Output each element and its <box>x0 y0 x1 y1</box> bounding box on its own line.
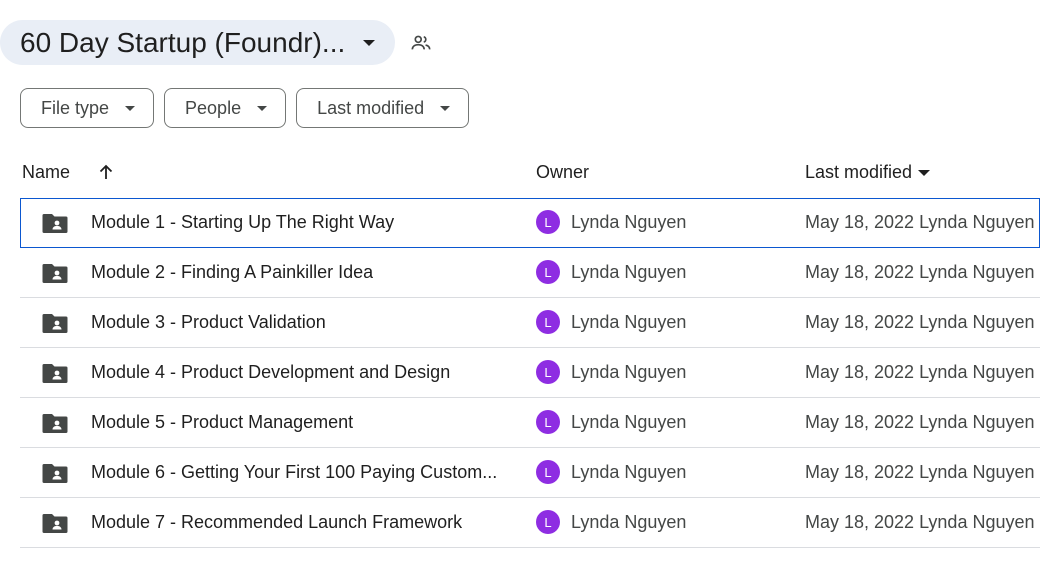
file-list: Module 1 - Starting Up The Right Way L L… <box>20 198 1040 548</box>
shared-folder-icon <box>42 414 68 433</box>
filter-people[interactable]: People <box>164 88 287 128</box>
shared-folder-icon <box>42 214 68 233</box>
table-row[interactable]: Module 2 - Finding A Painkiller Idea L L… <box>20 248 1040 298</box>
filter-label: Last modified <box>317 97 425 118</box>
last-modified: May 18, 2022 Lynda Nguyen <box>805 412 1035 432</box>
folder-title: 60 Day Startup (Foundr)... <box>20 26 346 58</box>
arrow-up-icon[interactable] <box>96 162 116 182</box>
table-row[interactable]: Module 1 - Starting Up The Right Way L L… <box>20 198 1040 248</box>
drive-folder-view: 60 Day Startup (Foundr)... File type Peo… <box>0 0 1040 575</box>
table-row[interactable]: Module 4 - Product Development and Desig… <box>20 348 1040 398</box>
column-header-owner[interactable]: Owner <box>536 162 589 183</box>
avatar: L <box>536 210 560 234</box>
owner-name: Lynda Nguyen <box>571 362 687 382</box>
owner-name: Lynda Nguyen <box>571 412 687 432</box>
table-row[interactable]: Module 3 - Product Validation L Lynda Ng… <box>20 298 1040 348</box>
shared-folder-icon <box>42 264 68 283</box>
chevron-down-icon <box>125 105 136 111</box>
file-name: Module 7 - Recommended Launch Framework <box>91 512 463 532</box>
last-modified: May 18, 2022 Lynda Nguyen <box>805 362 1035 382</box>
filter-last-modified[interactable]: Last modified <box>296 88 470 128</box>
filter-label: File type <box>41 97 110 118</box>
file-name: Module 3 - Product Validation <box>91 312 326 332</box>
table-row[interactable]: Module 7 - Recommended Launch Framework … <box>20 498 1040 548</box>
caret-down-icon <box>918 169 931 176</box>
chevron-down-icon <box>363 39 376 46</box>
owner-name: Lynda Nguyen <box>571 262 687 282</box>
filter-bar: File type People Last modified <box>20 88 470 128</box>
owner-name: Lynda Nguyen <box>571 512 687 532</box>
column-header-last-modified[interactable]: Last modified <box>805 162 931 183</box>
filter-file-type[interactable]: File type <box>20 88 155 128</box>
table-row[interactable]: Module 5 - Product Management L Lynda Ng… <box>20 398 1040 448</box>
shared-folder-icon <box>42 314 68 333</box>
shared-folder-icon <box>42 514 68 533</box>
file-name: Module 5 - Product Management <box>91 412 354 432</box>
last-modified: May 18, 2022 Lynda Nguyen <box>805 512 1035 532</box>
file-name: Module 2 - Finding A Painkiller Idea <box>91 262 374 282</box>
filter-label: People <box>185 97 242 118</box>
last-modified: May 18, 2022 Lynda Nguyen <box>805 212 1035 232</box>
table-row[interactable]: Module 6 - Getting Your First 100 Paying… <box>20 448 1040 498</box>
people-icon[interactable] <box>409 31 433 55</box>
shared-folder-icon <box>42 464 68 483</box>
avatar: L <box>536 360 560 384</box>
avatar: L <box>536 460 560 484</box>
title-row: 60 Day Startup (Foundr)... <box>0 20 433 65</box>
column-header-name[interactable]: Name <box>22 162 70 183</box>
last-modified: May 18, 2022 Lynda Nguyen <box>805 312 1035 332</box>
file-name: Module 4 - Product Development and Desig… <box>91 362 451 382</box>
table-header: Name Owner Last modified <box>0 150 1040 196</box>
avatar: L <box>536 510 560 534</box>
folder-title-button[interactable]: 60 Day Startup (Foundr)... <box>0 20 396 65</box>
file-name: Module 1 - Starting Up The Right Way <box>91 212 395 232</box>
owner-name: Lynda Nguyen <box>571 462 687 482</box>
shared-folder-icon <box>42 364 68 383</box>
column-header-label: Last modified <box>805 162 913 182</box>
file-name: Module 6 - Getting Your First 100 Paying… <box>91 462 498 482</box>
chevron-down-icon <box>257 105 268 111</box>
avatar: L <box>536 260 560 284</box>
chevron-down-icon <box>440 105 451 111</box>
last-modified: May 18, 2022 Lynda Nguyen <box>805 262 1035 282</box>
owner-name: Lynda Nguyen <box>571 212 687 232</box>
last-modified: May 18, 2022 Lynda Nguyen <box>805 462 1035 482</box>
avatar: L <box>536 310 560 334</box>
owner-name: Lynda Nguyen <box>571 312 687 332</box>
avatar: L <box>536 410 560 434</box>
